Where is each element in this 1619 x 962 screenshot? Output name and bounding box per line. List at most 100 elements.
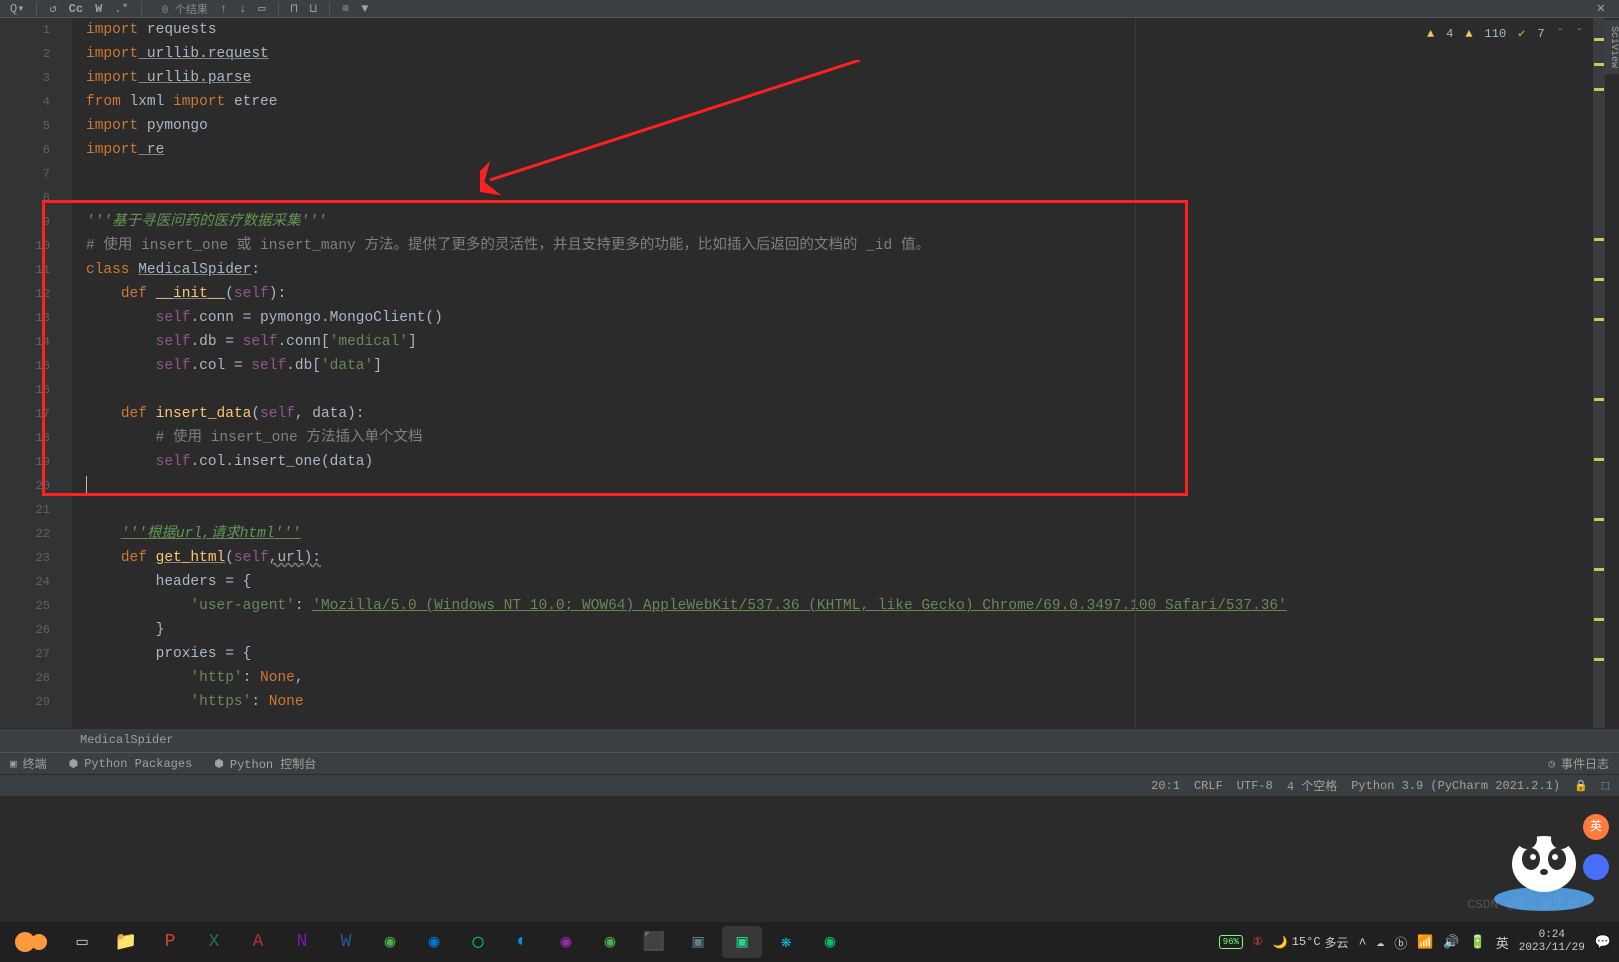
tray-onedrive-icon[interactable]: ☁ (1376, 935, 1384, 950)
results-count: 0 个结果 (162, 1, 208, 17)
code-token: : (243, 670, 260, 686)
match-case-button[interactable]: Cc (69, 2, 83, 16)
app-generic1[interactable]: ◯ (458, 926, 498, 958)
code-token: } (156, 622, 165, 638)
code-token: '''基于寻医问药的医疗数据采集''' (86, 214, 327, 230)
code-token: from (86, 94, 121, 110)
tray-bluetooth-icon[interactable]: ⓑ (1394, 933, 1407, 952)
code-token: import (173, 94, 225, 110)
pet-bubble-2[interactable] (1583, 854, 1609, 880)
error-stripe[interactable] (1593, 18, 1605, 728)
code-area[interactable]: import requests import urllib.request im… (72, 18, 1619, 728)
tray-wifi-icon[interactable]: 📶 (1417, 935, 1433, 950)
app-generic2[interactable]: ◐ (502, 926, 542, 958)
app-wechat[interactable]: ◉ (810, 926, 850, 958)
code-token: self (156, 310, 191, 326)
tray-battery-icon[interactable]: 🔋 (1470, 935, 1486, 950)
terminal-icon: ▣ (10, 757, 17, 771)
start-button[interactable] (8, 924, 58, 960)
task-view-button[interactable]: ▭ (62, 926, 102, 958)
code-token: urllib.parse (138, 70, 251, 86)
app-excel[interactable]: X (194, 926, 234, 958)
code-token: None (269, 694, 304, 710)
code-token: import (86, 142, 138, 158)
tab-label: Python Packages (84, 757, 192, 771)
eventlog-icon: ◷ (1548, 757, 1555, 771)
code-token: import (86, 70, 138, 86)
code-token: 'Mozilla/5.0 (Windows NT 10.0; WOW64) Ap… (312, 598, 1287, 614)
app-edge[interactable]: ◉ (414, 926, 454, 958)
newtab-icon[interactable]: ▭ (258, 1, 265, 16)
lock-icon[interactable]: 🔒 (1574, 779, 1588, 793)
code-token: self (156, 334, 191, 350)
select-all-icon[interactable]: ⊓ (291, 1, 298, 16)
regex-button[interactable]: .* (114, 2, 128, 16)
battery-indicator[interactable]: 96% (1219, 935, 1243, 949)
tab-terminal[interactable]: ▣终端 (10, 755, 47, 772)
app-word[interactable]: W (326, 926, 366, 958)
pet-bubble-1[interactable]: 英 (1583, 814, 1609, 840)
indent-settings[interactable]: 4 个空格 (1287, 777, 1337, 794)
app-explorer[interactable]: 📁 (106, 926, 146, 958)
tab-event-log[interactable]: ◷事件日志 (1548, 755, 1609, 772)
code-token: .conn = pymongo.MongoClient() (190, 310, 442, 326)
app-vscode[interactable]: ⬛ (634, 926, 674, 958)
clock[interactable]: 0:24 2023/11/29 (1519, 929, 1585, 955)
weather-widget[interactable]: 🌙 15°C 多云 (1273, 934, 1349, 951)
weather-temp: 15°C (1292, 935, 1321, 949)
tray-chevron-up-icon[interactable]: ˄ (1359, 935, 1367, 950)
line-separator[interactable]: CRLF (1194, 779, 1223, 793)
up-arrow-icon[interactable]: ↑ (220, 2, 227, 16)
app-pycharm[interactable]: ▣ (722, 926, 762, 958)
close-icon[interactable]: ✕ (1597, 0, 1609, 17)
desktop-pet[interactable]: 英 (1489, 804, 1609, 914)
app-browser1[interactable]: ◉ (370, 926, 410, 958)
add-selection-icon[interactable]: ⊔ (310, 1, 317, 16)
status-bar: 20:1 CRLF UTF-8 4 个空格 Python 3.9 (PyChar… (0, 774, 1619, 796)
python-icon: ⬢ (214, 757, 224, 771)
app-generic6[interactable]: ❋ (766, 926, 806, 958)
app-generic3[interactable]: ◉ (546, 926, 586, 958)
weather-desc: 多云 (1325, 934, 1349, 951)
tray-ime-icon[interactable]: 英 (1496, 933, 1509, 952)
code-token: : (295, 598, 312, 614)
ide-menu-icon[interactable]: ⬚ (1602, 778, 1609, 793)
app-generic4[interactable]: ◉ (590, 926, 630, 958)
notification-center-icon[interactable]: 💬 (1595, 935, 1611, 950)
file-encoding[interactable]: UTF-8 (1237, 779, 1273, 793)
tray-notification-icon[interactable]: ① (1253, 935, 1263, 949)
separator (278, 2, 279, 16)
filter-icon[interactable]: ▼ (361, 2, 368, 16)
app-powerpoint[interactable]: P (150, 926, 190, 958)
tab-python-console[interactable]: ⬢Python 控制台 (214, 755, 316, 772)
down-arrow-icon[interactable]: ↓ (239, 2, 246, 16)
code-token: self (243, 334, 278, 350)
tab-python-packages[interactable]: ⬢ Python Packages (69, 757, 193, 771)
code-token: self (156, 358, 191, 374)
code-token: urllib.request (138, 46, 269, 62)
separator (141, 2, 142, 16)
cursor-position[interactable]: 20:1 (1151, 779, 1180, 793)
code-token: re (138, 142, 164, 158)
code-token: headers = { (156, 574, 252, 590)
package-icon: ⬢ (69, 757, 79, 771)
code-token: .conn[ (277, 334, 329, 350)
code-token: 'data' (321, 358, 373, 374)
separator (36, 2, 37, 16)
search-icon[interactable]: Q▾ (10, 1, 24, 16)
code-token: 'user-agent' (190, 598, 294, 614)
app-access[interactable]: A (238, 926, 278, 958)
code-token: self (234, 550, 269, 566)
prev-match-icon[interactable]: ↺ (49, 1, 56, 16)
breadcrumb[interactable]: MedicalSpider (0, 728, 1619, 752)
code-token: def (121, 406, 156, 422)
app-onenote[interactable]: N (282, 926, 322, 958)
python-interpreter[interactable]: Python 3.9 (PyCharm 2021.2.1) (1351, 779, 1560, 793)
editor[interactable]: 1234 5678 9101112 13141516 17181920 2122… (0, 18, 1619, 728)
code-token: insert_data (156, 406, 252, 422)
words-button[interactable]: W (95, 2, 102, 16)
settings-icon[interactable]: ≡ (342, 2, 349, 16)
app-generic5[interactable]: ▣ (678, 926, 718, 958)
tray-volume-icon[interactable]: 🔊 (1443, 935, 1459, 950)
code-token: ] (408, 334, 417, 350)
